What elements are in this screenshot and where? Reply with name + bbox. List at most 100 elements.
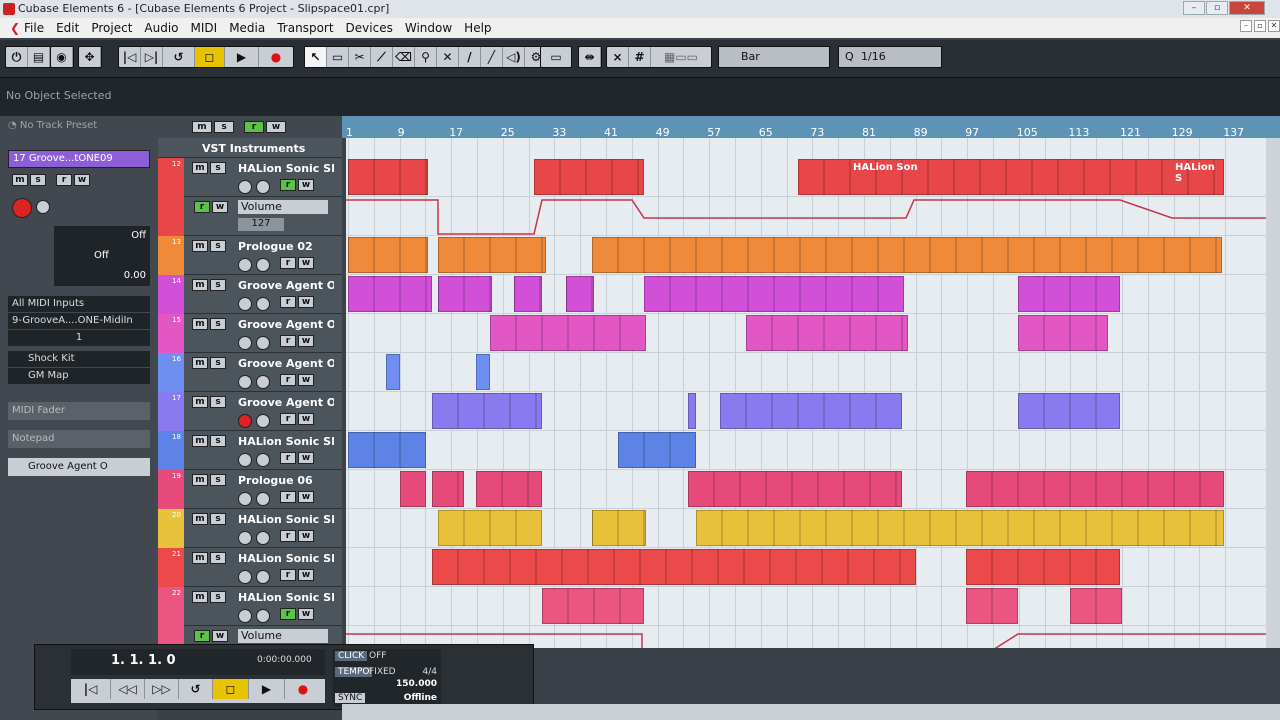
object-selection-tool-icon[interactable]: ↖ <box>305 47 327 67</box>
monitor-button[interactable] <box>256 414 270 428</box>
glue-tool-icon[interactable]: ⟋ <box>371 47 393 67</box>
midi-output-row[interactable]: 9-GrooveA....ONE-MidiIn <box>8 313 150 329</box>
menu-media[interactable]: Media <box>223 18 271 38</box>
monitor-button[interactable] <box>256 531 270 545</box>
mute-button[interactable]: m <box>192 435 208 447</box>
read-automation-button[interactable]: r <box>280 374 296 386</box>
track-header[interactable]: 17 Groove Agent ONE ms rw <box>158 392 342 431</box>
tempo-value[interactable]: 150.000 <box>396 679 437 689</box>
section-instrument[interactable]: Groove Agent O <box>8 458 150 476</box>
color-picker-icon[interactable]: ▭ <box>541 47 571 67</box>
go-to-end-icon[interactable]: ▷| <box>141 47 163 67</box>
solo-button[interactable]: s <box>210 474 226 486</box>
write-automation-button[interactable]: w <box>298 374 314 386</box>
track-preset-row[interactable]: ◔ No Track Preset <box>8 120 150 131</box>
menu-edit[interactable]: Edit <box>50 18 85 38</box>
fast-forward-icon[interactable]: ▷▷ <box>145 679 179 699</box>
line-tool-icon[interactable]: ╱ <box>481 47 503 67</box>
minimize-button[interactable]: – <box>1183 1 1205 15</box>
mute-button[interactable]: m <box>192 552 208 564</box>
monitor-button[interactable] <box>256 453 270 467</box>
record-enable-button[interactable] <box>238 180 252 194</box>
write-automation-button[interactable]: w <box>298 179 314 191</box>
automation-write-button[interactable]: w <box>212 630 228 642</box>
read-automation-button[interactable]: r <box>280 608 296 620</box>
folder-track[interactable]: VST Instruments <box>158 138 342 158</box>
layout-icon[interactable]: ▤ <box>28 47 50 67</box>
global-read-button[interactable]: r <box>244 121 264 133</box>
click-label[interactable]: CLICK <box>335 651 368 661</box>
event-display[interactable]: HALion SonHALion SHALion <box>346 138 1266 648</box>
record-enable-button[interactable] <box>238 258 252 272</box>
mute-button[interactable]: m <box>192 591 208 603</box>
snap-on-icon[interactable]: ⨯ <box>607 47 629 67</box>
solo-button[interactable]: s <box>210 435 226 447</box>
global-mute-button[interactable]: m <box>192 121 212 133</box>
track-header[interactable]: 19 Prologue 06 m s r w <box>158 470 342 509</box>
horizontal-scrollbar[interactable] <box>342 704 1280 720</box>
draw-tool-icon[interactable]: / <box>459 47 481 67</box>
monitor-button[interactable] <box>256 258 270 272</box>
range-selection-tool-icon[interactable]: ▭ <box>327 47 349 67</box>
record-enable-button[interactable] <box>12 198 32 218</box>
stop-button[interactable]: ◻ <box>195 47 225 67</box>
menu-project[interactable]: Project <box>85 18 138 38</box>
tempo-label[interactable]: TEMPO <box>335 667 373 677</box>
write-automation-button[interactable]: w <box>298 491 314 503</box>
grid-snap-dropdown[interactable]: Bar <box>718 46 830 68</box>
monitor-button[interactable] <box>256 297 270 311</box>
power-icon[interactable]: ⏻ <box>6 47 28 67</box>
rewind-icon[interactable]: ◁◁ <box>111 679 145 699</box>
write-button[interactable]: w <box>74 174 90 186</box>
read-automation-button[interactable]: r <box>280 296 296 308</box>
solo-button[interactable]: s <box>210 396 226 408</box>
zoom-tool-icon[interactable]: ⚲ <box>415 47 437 67</box>
track-header[interactable]: 15 Groove Agent ONE ms rw <box>158 314 342 353</box>
write-automation-button[interactable]: w <box>298 608 314 620</box>
midi-channel-row[interactable]: 1 <box>8 330 150 346</box>
solo-button[interactable]: s <box>210 162 226 174</box>
mute-button[interactable]: m <box>192 513 208 525</box>
monitor-button[interactable] <box>256 375 270 389</box>
mute-button[interactable]: m <box>192 162 208 174</box>
global-write-button[interactable]: w <box>266 121 286 133</box>
read-automation-button[interactable]: r <box>280 257 296 269</box>
drummap-row[interactable]: GM Map <box>8 368 150 384</box>
ruler[interactable]: 1 9 17 25 33 41 49 57 65 73 81 89 97 105 113 121 129 137 <box>342 116 1280 139</box>
grid-type-dropdown[interactable]: ▦▭▭ <box>651 47 711 67</box>
read-automation-button[interactable]: r <box>280 335 296 347</box>
play-button[interactable]: ▶ <box>225 47 259 67</box>
monitor-button[interactable] <box>256 609 270 623</box>
doc-minimize-button[interactable]: – <box>1240 20 1252 32</box>
record-enable-button[interactable] <box>238 570 252 584</box>
read-automation-button[interactable]: r <box>280 452 296 464</box>
automation-curves[interactable] <box>346 138 1266 648</box>
record-enable-button[interactable] <box>238 453 252 467</box>
monitor-enable-button[interactable] <box>36 200 50 214</box>
read-automation-button[interactable]: r <box>280 569 296 581</box>
menu-transport[interactable]: Transport <box>271 18 339 38</box>
split-tool-icon[interactable]: ✂ <box>349 47 371 67</box>
menu-devices[interactable]: Devices <box>340 18 399 38</box>
solo-button[interactable]: s <box>210 279 226 291</box>
menu-help[interactable]: Help <box>458 18 497 38</box>
record-enable-button[interactable] <box>238 414 252 428</box>
automation-value[interactable]: 127 <box>238 218 284 231</box>
track-header[interactable]: 22 HALion Sonic SE 11 ms rw <box>158 587 342 626</box>
go-to-start-icon[interactable]: |◁ <box>119 47 141 67</box>
read-automation-button[interactable]: r <box>280 491 296 503</box>
transport-cycle-icon[interactable]: ↺ <box>179 679 213 699</box>
write-automation-button[interactable]: w <box>298 335 314 347</box>
write-automation-button[interactable]: w <box>298 413 314 425</box>
click-value[interactable]: OFF <box>369 651 386 661</box>
mute-button[interactable]: m <box>192 318 208 330</box>
solo-button[interactable]: s <box>210 513 226 525</box>
erase-tool-icon[interactable]: ⌫ <box>393 47 415 67</box>
inspector-track-name[interactable]: 17 Groove...tONE09 <box>8 150 150 168</box>
read-automation-button[interactable]: r <box>280 179 296 191</box>
mute-button[interactable]: m <box>192 396 208 408</box>
read-automation-button[interactable]: r <box>280 413 296 425</box>
track-header[interactable]: 12 HALion Sonic SE 01 ms rw <box>158 158 342 197</box>
section-midi-fader[interactable]: MIDI Fader <box>8 402 150 420</box>
automation-parameter[interactable]: Volume <box>238 200 328 214</box>
